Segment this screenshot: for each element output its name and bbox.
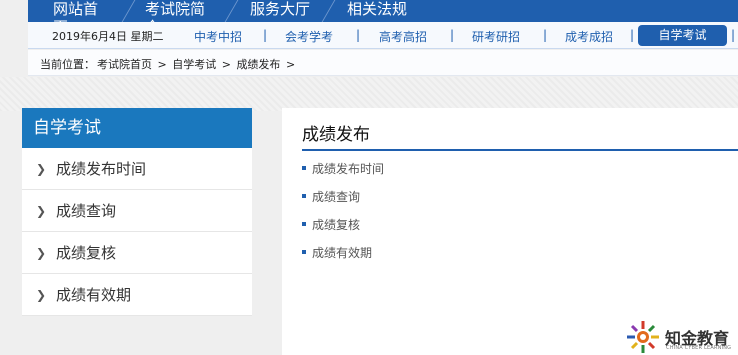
sub-nav-chengkao[interactable]: 成考成招	[565, 28, 613, 45]
sub-nav-divider: |	[630, 28, 635, 42]
list-item[interactable]: 成绩查询	[302, 182, 384, 210]
chevron-right-icon: ❯	[36, 161, 47, 176]
sub-nav-divider: |	[731, 28, 736, 42]
sub-nav-yankao[interactable]: 研考研招	[472, 28, 520, 45]
square-bullet-icon	[302, 250, 306, 254]
breadcrumb-home[interactable]: 考试院首页	[97, 58, 152, 71]
list-item-link[interactable]: 成绩复核	[312, 216, 360, 233]
sub-nav: 2019年6月4日 星期二 中考中招 | 会考学考 | 高考高招 | 研考研招 …	[28, 22, 738, 49]
sub-nav-zhongkao[interactable]: 中考中招	[194, 28, 242, 45]
decorative-band	[0, 77, 738, 111]
nav-regulations[interactable]: 相关法规	[329, 0, 425, 22]
breadcrumb-current[interactable]: 成绩发布	[236, 58, 280, 71]
nav-home[interactable]: 网站首页	[28, 0, 128, 36]
sidebar-heading: 自学考试	[22, 108, 252, 148]
chevron-right-icon: ❯	[36, 245, 47, 260]
sidebar-item-label: 成绩有效期	[56, 286, 132, 304]
top-nav: 网站首页 考试院简介 服务大厅 相关法规	[28, 0, 738, 36]
page-title: 成绩发布	[302, 125, 370, 145]
square-bullet-icon	[302, 194, 306, 198]
sidebar: 自学考试 ❯ 成绩发布时间 ❯ 成绩查询 ❯ 成绩复核 ❯ 成绩有效期	[22, 108, 252, 316]
breadcrumb-separator: >	[285, 58, 296, 71]
article-list: 成绩发布时间 成绩查询 成绩复核 成绩有效期	[302, 154, 384, 266]
sidebar-item-review[interactable]: ❯ 成绩复核	[22, 232, 252, 274]
logo-tagline: CHINA CYBER LEARNING	[666, 345, 732, 351]
nav-about[interactable]: 考试院简介	[129, 0, 231, 36]
sub-nav-divider: |	[450, 28, 455, 42]
chevron-right-icon: ❯	[36, 287, 47, 302]
chevron-right-icon: ❯	[36, 203, 47, 218]
sub-nav-divider: |	[356, 28, 361, 42]
logo-icon	[627, 320, 659, 353]
sidebar-item-validity[interactable]: ❯ 成绩有效期	[22, 274, 252, 316]
watermark-logo: 知金教育 CHINA CYBER LEARNING	[625, 318, 738, 355]
sidebar-item-query[interactable]: ❯ 成绩查询	[22, 190, 252, 232]
sub-nav-gaokao[interactable]: 高考高招	[379, 28, 427, 45]
list-item-link[interactable]: 成绩发布时间	[312, 160, 384, 177]
list-item[interactable]: 成绩复核	[302, 210, 384, 238]
current-date: 2019年6月4日 星期二	[52, 30, 164, 43]
list-item[interactable]: 成绩有效期	[302, 238, 384, 266]
breadcrumb-separator: >	[157, 58, 167, 71]
breadcrumb-separator: >	[221, 58, 231, 71]
list-item[interactable]: 成绩发布时间	[302, 154, 384, 182]
list-item-link[interactable]: 成绩查询	[312, 188, 360, 205]
sidebar-item-label: 成绩复核	[56, 244, 117, 262]
sub-nav-divider: |	[263, 28, 268, 42]
breadcrumb-label: 当前位置：	[40, 58, 95, 71]
title-divider	[302, 149, 738, 151]
breadcrumb: 当前位置： 考试院首页 > 自学考试 > 成绩发布 >	[28, 50, 738, 76]
sub-nav-huikao[interactable]: 会考学考	[285, 28, 333, 45]
sub-nav-zixue-active[interactable]: 自学考试	[638, 25, 727, 46]
square-bullet-icon	[302, 222, 306, 226]
sidebar-item-label: 成绩查询	[56, 202, 117, 220]
square-bullet-icon	[302, 166, 306, 170]
sub-nav-divider: |	[543, 28, 548, 42]
list-item-link[interactable]: 成绩有效期	[312, 244, 372, 261]
sidebar-item-label: 成绩发布时间	[56, 160, 147, 178]
sidebar-item-release-time[interactable]: ❯ 成绩发布时间	[22, 148, 252, 190]
nav-service-hall[interactable]: 服务大厅	[232, 0, 328, 22]
breadcrumb-zixue[interactable]: 自学考试	[172, 58, 216, 71]
